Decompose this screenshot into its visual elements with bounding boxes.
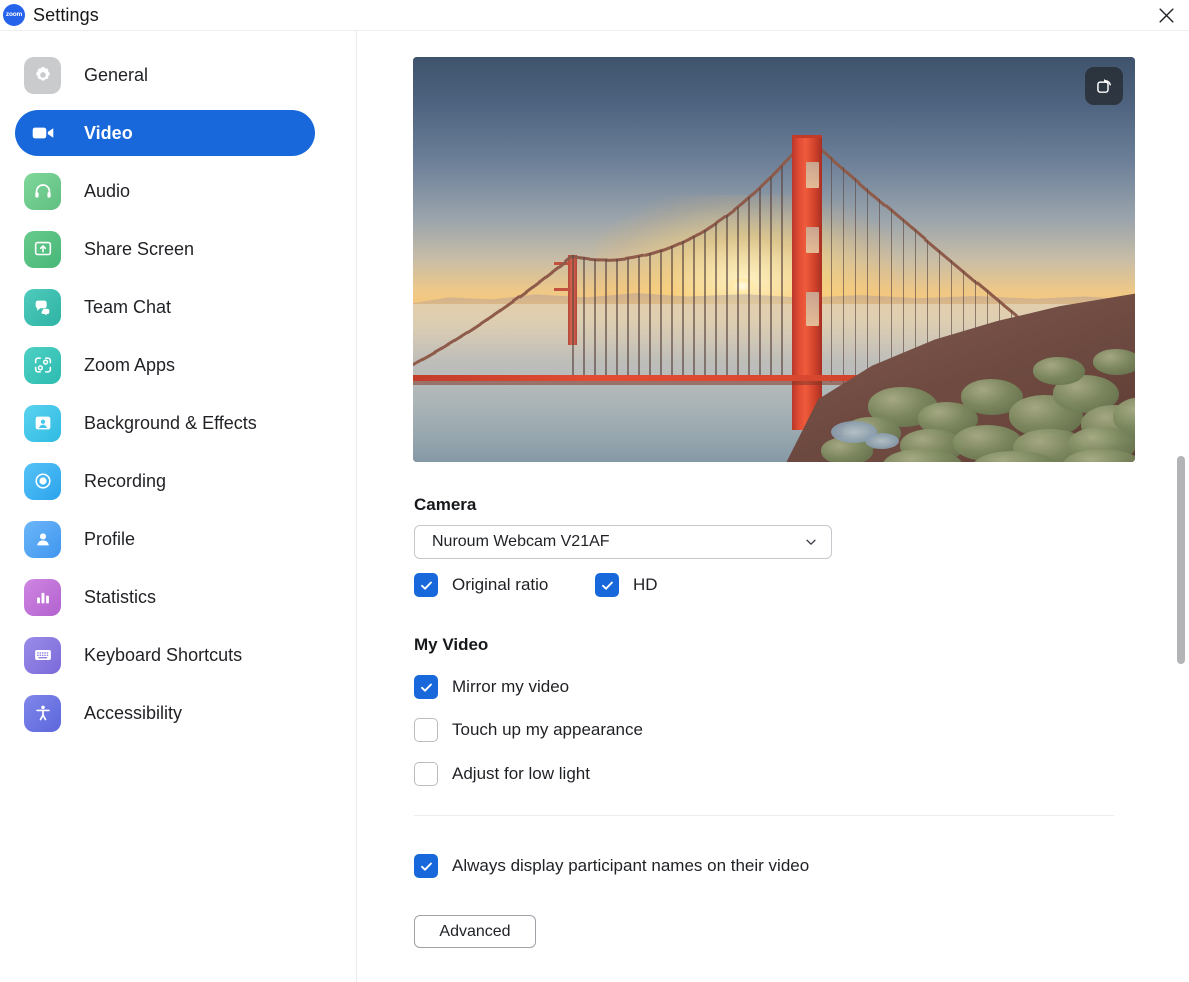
tower-portal-mid [806, 227, 820, 254]
sidebar-item-statistics[interactable]: Statistics [15, 574, 315, 620]
chevron-down-icon [806, 539, 816, 545]
original-ratio-label: Original ratio [452, 575, 549, 594]
chat-bubble-icon [24, 288, 61, 326]
low-light-checkbox[interactable] [414, 762, 438, 786]
sidebar-item-label: Team Chat [84, 296, 172, 317]
sidebar-item-video[interactable]: Video [15, 110, 315, 156]
sidebar-item-label: Keyboard Shortcuts [84, 644, 243, 665]
keyboard-icon [24, 636, 61, 674]
sidebar-item-label: Audio [84, 180, 131, 201]
sidebar-item-label: Profile [84, 528, 136, 549]
settings-content-pane: Camera Nuroum Webcam V21AF Original rati… [358, 31, 1189, 982]
gear-icon [24, 56, 61, 94]
person-icon [24, 520, 61, 558]
sidebar-item-background-effects[interactable]: Background & Effects [15, 400, 315, 446]
mirror-video-checkbox-row[interactable]: Mirror my video [414, 675, 569, 699]
section-divider [414, 815, 1114, 816]
check-icon [601, 581, 613, 590]
camera-select[interactable]: Nuroum Webcam V21AF [414, 525, 832, 559]
sidebar-item-label: Accessibility [84, 702, 183, 723]
accessibility-icon [24, 694, 61, 732]
mirror-video-label: Mirror my video [452, 677, 570, 696]
sun-disc [728, 277, 755, 294]
close-icon[interactable] [1143, 0, 1189, 31]
camera-heading: Camera [414, 495, 477, 514]
sidebar-item-keyboard-shortcuts[interactable]: Keyboard Shortcuts [15, 632, 315, 678]
zoom-apps-icon [24, 346, 61, 384]
check-icon [420, 581, 432, 590]
sidebar-item-label: Recording [84, 470, 167, 491]
sidebar-item-profile[interactable]: Profile [15, 516, 315, 562]
sidebar-item-team-chat[interactable]: Team Chat [15, 284, 315, 330]
camera-selected-value: Nuroum Webcam V21AF [432, 533, 610, 550]
low-light-label: Adjust for low light [452, 764, 590, 783]
original-ratio-checkbox[interactable] [414, 573, 438, 597]
tower-portal-upper [806, 162, 820, 189]
headphones-icon [24, 172, 61, 210]
far-tower-crossbeam [553, 287, 571, 291]
record-circle-icon [24, 462, 61, 500]
sidebar-item-label: Zoom Apps [84, 354, 176, 375]
settings-sidebar: General Video Audio Share Screen Team Ch… [0, 31, 357, 982]
mirror-video-checkbox[interactable] [414, 675, 438, 699]
sidebar-item-label: Statistics [84, 586, 157, 607]
participant-names-checkbox-row[interactable]: Always display participant names on thei… [414, 854, 809, 878]
sidebar-item-label: General [84, 64, 149, 85]
zoom-logo-text: zoom [5, 10, 23, 18]
sidebar-item-share-screen[interactable]: Share Screen [15, 226, 315, 272]
rotate-camera-icon[interactable] [1085, 67, 1123, 105]
close-glyph [1158, 8, 1174, 23]
sidebar-item-audio[interactable]: Audio [15, 168, 315, 214]
video-preview [413, 57, 1135, 462]
check-icon [420, 862, 432, 871]
touch-up-label: Touch up my appearance [452, 720, 643, 739]
hd-checkbox[interactable] [595, 573, 619, 597]
participant-names-label: Always display participant names on thei… [452, 856, 810, 875]
window-title: Settings [33, 4, 99, 25]
original-ratio-checkbox-row[interactable]: Original ratio [414, 573, 548, 597]
sidebar-item-label: Share Screen [84, 238, 195, 259]
sidebar-item-label: Video [84, 122, 133, 143]
low-light-checkbox-row[interactable]: Adjust for low light [414, 762, 590, 786]
zoom-logo-icon: zoom [3, 4, 25, 26]
content-scrollbar-thumb[interactable] [1177, 456, 1185, 664]
my-video-heading: My Video [414, 635, 489, 654]
participant-names-checkbox[interactable] [414, 854, 438, 878]
sidebar-item-zoom-apps[interactable]: Zoom Apps [15, 342, 315, 388]
tower-portal-lower [806, 291, 820, 326]
sidebar-item-accessibility[interactable]: Accessibility [15, 690, 315, 736]
sidebar-item-general[interactable]: General [15, 52, 315, 98]
title-bar: zoom Settings [0, 0, 1189, 31]
hd-label: HD [633, 575, 658, 594]
share-screen-icon [24, 230, 61, 268]
hd-checkbox-row[interactable]: HD [595, 573, 658, 597]
bar-chart-icon [24, 578, 61, 616]
touch-up-checkbox-row[interactable]: Touch up my appearance [414, 718, 643, 742]
touch-up-checkbox[interactable] [414, 718, 438, 742]
check-icon [420, 683, 432, 692]
advanced-button[interactable]: Advanced [414, 915, 536, 948]
sidebar-item-recording[interactable]: Recording [15, 458, 315, 504]
person-frame-icon [24, 404, 61, 442]
video-camera-icon [24, 115, 61, 152]
sidebar-item-label: Background & Effects [84, 412, 257, 433]
